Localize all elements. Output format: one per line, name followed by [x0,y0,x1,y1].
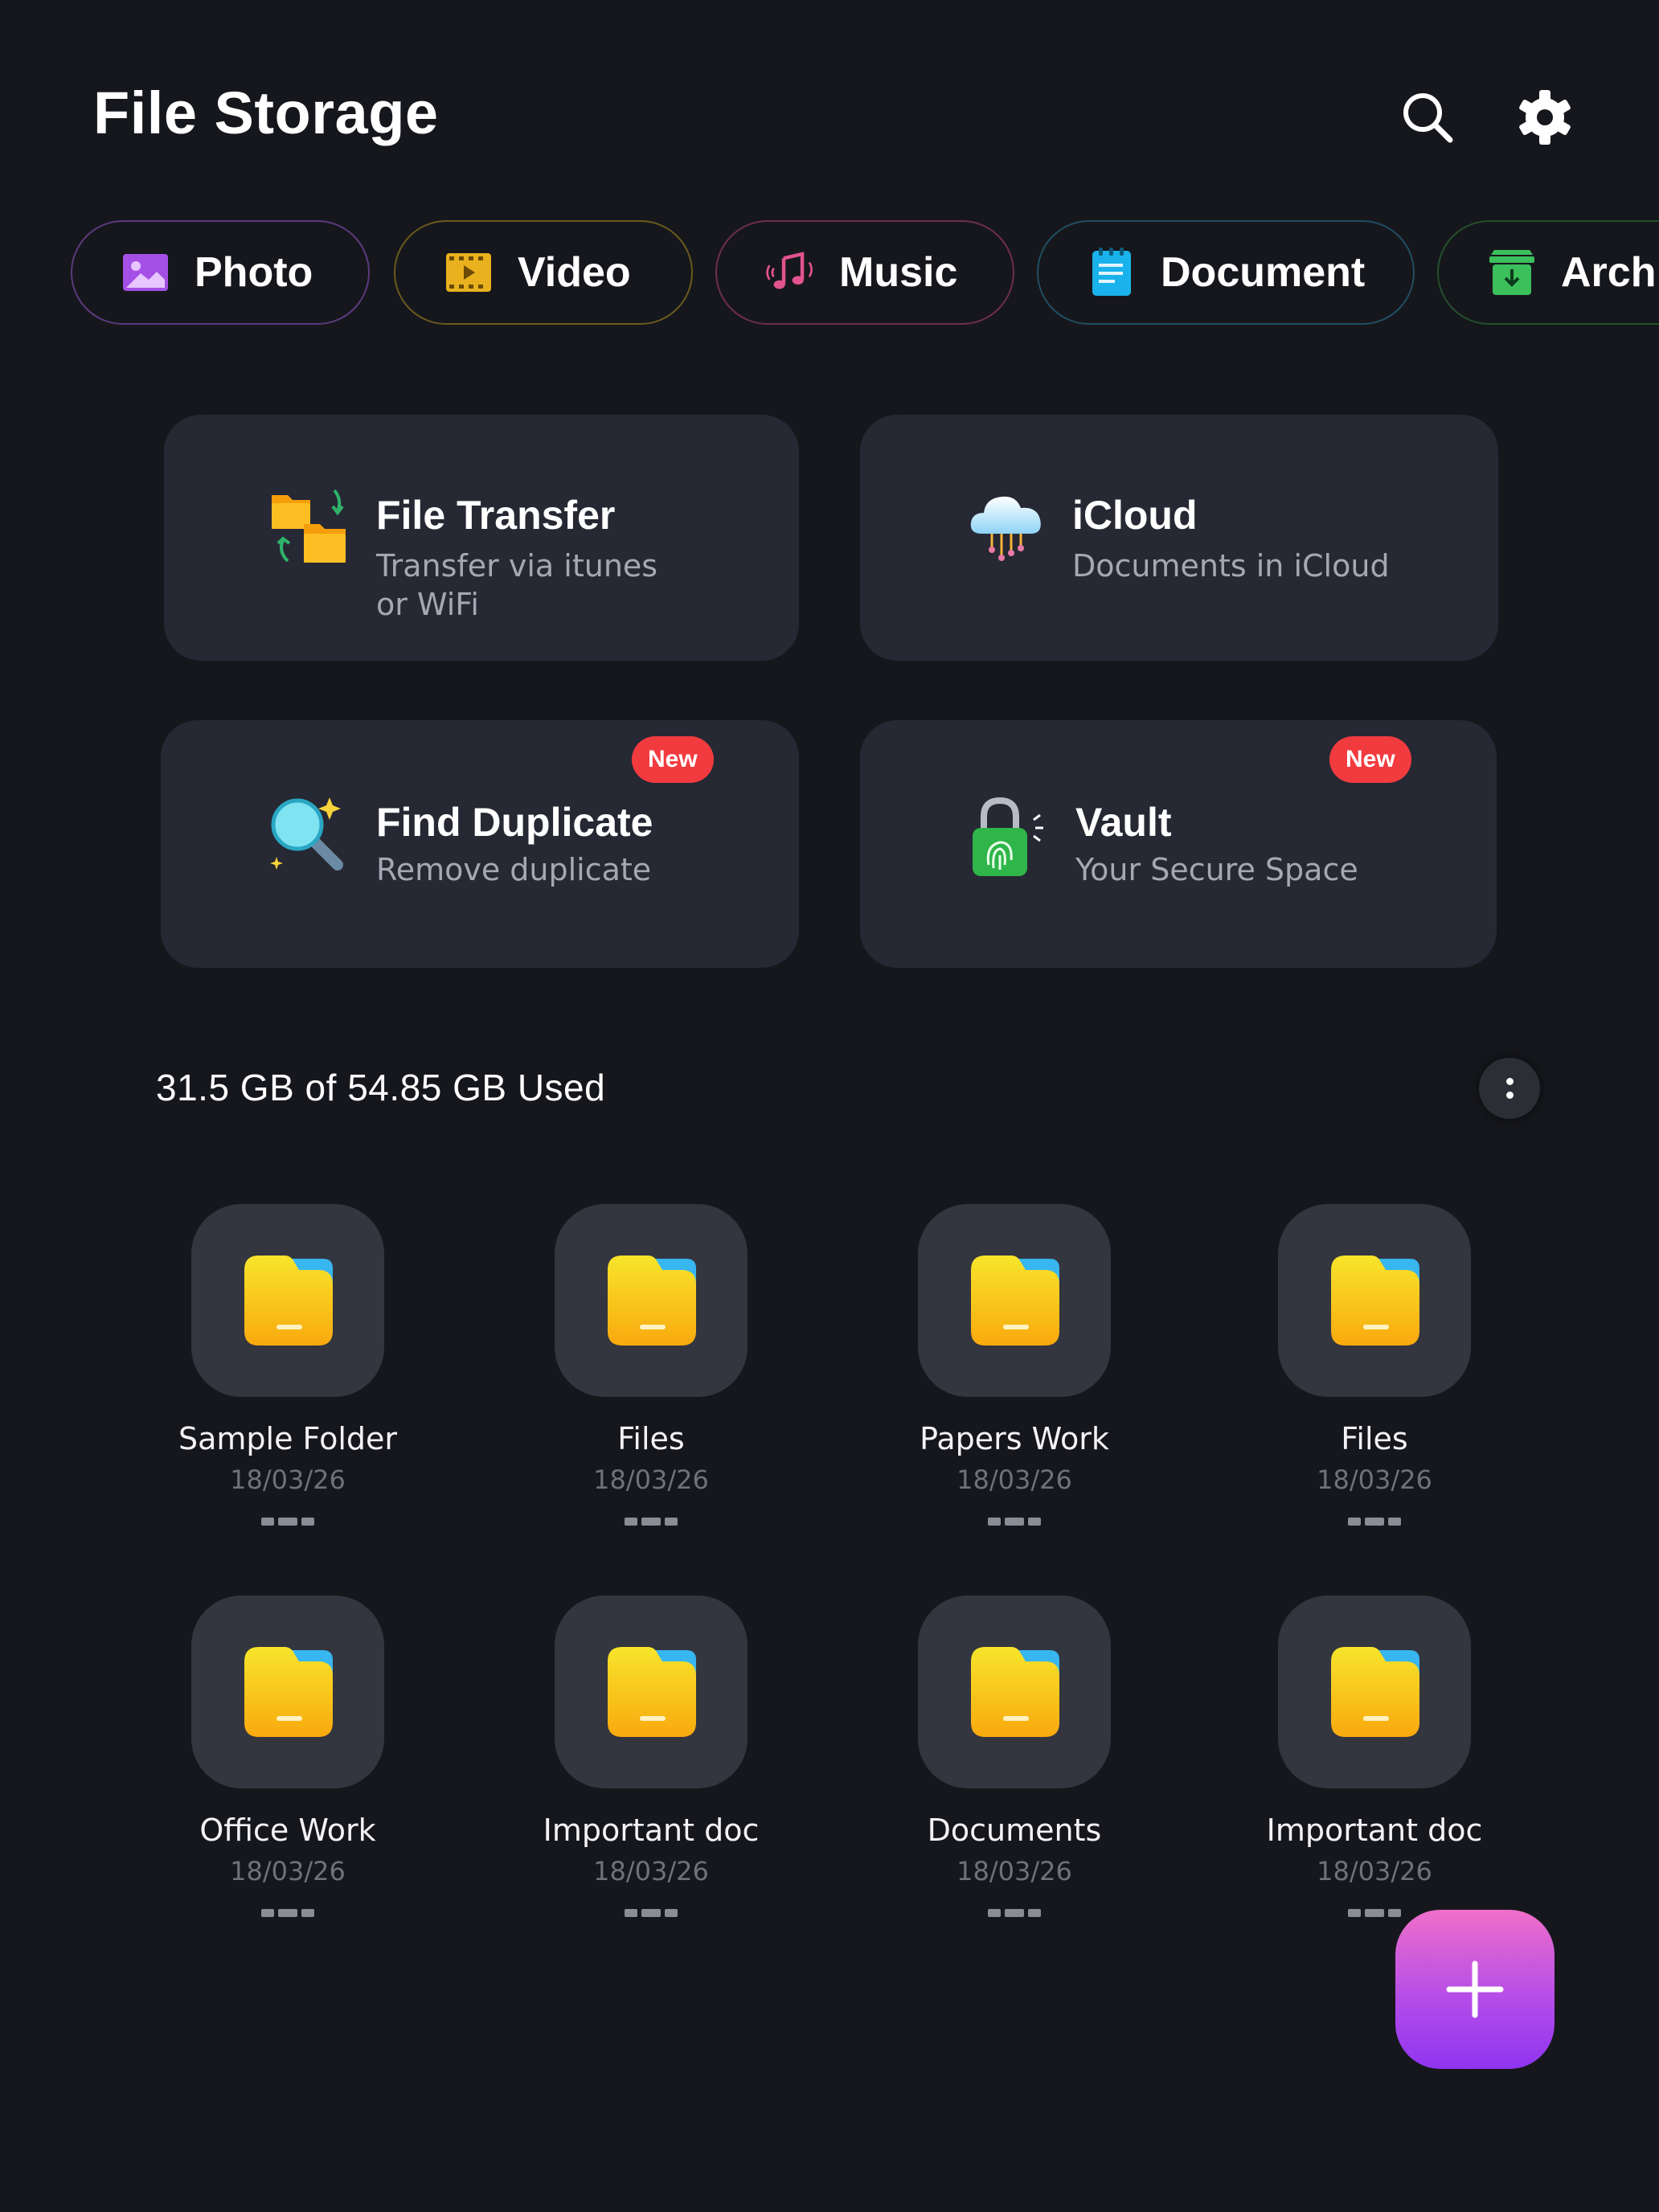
folder-item[interactable]: Papers Work 18/03/26 [870,1204,1159,1526]
folder-date: 18/03/26 [1317,1464,1432,1495]
search-icon[interactable] [1395,85,1460,150]
folder-icon [971,1256,1059,1346]
archive-icon [1487,248,1537,297]
card-subtitle: Remove duplicate [376,852,652,887]
chip-label: Arch [1561,249,1657,296]
folder-more-dots[interactable] [870,1518,1159,1526]
folder-icon-tile [555,1596,748,1788]
folder-item[interactable]: Files 18/03/26 [506,1204,796,1526]
folder-icon-tile [1278,1204,1471,1397]
folder-icon [1331,1256,1419,1346]
gear-icon[interactable] [1513,85,1577,150]
card-subtitle-line1: Transfer via itunes [376,548,658,584]
folder-date: 18/03/26 [956,1464,1072,1495]
folder-icon [971,1647,1059,1737]
folder-icon [608,1647,696,1737]
folder-item[interactable]: Files 18/03/26 [1230,1204,1519,1526]
card-subtitle: Documents in iCloud [1072,548,1390,584]
chip-label: Photo [195,249,313,296]
folder-more-dots[interactable] [143,1909,432,1917]
folder-icon-tile [1278,1596,1471,1788]
storage-usage-text: 31.5 GB of 54.85 GB Used [156,1067,606,1108]
plus-icon [1446,1960,1504,2018]
card-subtitle: Your Secure Space [1075,852,1358,887]
page-title: File Storage [93,80,439,146]
folder-date: 18/03/26 [956,1856,1072,1886]
card-vault[interactable]: New Vault Your Secure Space [860,720,1497,968]
card-icloud[interactable]: iCloud Documents in iCloud [860,415,1498,661]
folder-icon-tile [918,1596,1111,1788]
card-title: Vault [1075,800,1172,845]
cloud-icon [965,484,1053,572]
folder-more-dots[interactable] [506,1909,796,1917]
image-icon [121,248,170,297]
folder-name: Office Work [199,1813,376,1848]
folder-icon-tile [191,1596,384,1788]
card-find-duplicate[interactable]: New Find Duplicate Remove duplicate [161,720,799,968]
more-options-button[interactable] [1479,1058,1540,1119]
fingerprint-lock-icon [961,793,1050,881]
folder-date: 18/03/26 [593,1464,709,1495]
chip-document[interactable]: Document [1037,220,1415,325]
card-title: iCloud [1072,493,1198,538]
folder-icon [1331,1647,1419,1737]
magnifier-icon [265,793,354,881]
new-badge: New [632,736,714,783]
folder-icon-tile [555,1204,748,1397]
folder-icon-tile [918,1204,1111,1397]
chip-label: Music [839,249,958,296]
folder-icon [244,1647,333,1737]
folder-date: 18/03/26 [1317,1856,1432,1886]
folder-icon-tile [191,1204,384,1397]
folder-name: Documents [927,1813,1102,1848]
chip-archive[interactable]: Arch [1437,220,1659,325]
folder-date: 18/03/26 [230,1464,346,1495]
folder-transfer-icon [268,484,357,572]
card-title: Find Duplicate [376,800,653,845]
folder-item[interactable]: Sample Folder 18/03/26 [143,1204,432,1526]
music-icon [765,248,815,297]
card-file-transfer[interactable]: File Transfer Transfer via itunes or WiF… [164,415,799,661]
folder-item[interactable]: Important doc 18/03/26 [506,1596,796,1917]
folder-more-dots[interactable] [506,1518,796,1526]
film-icon [444,248,494,297]
card-subtitle: Transfer via itunes or WiFi [376,547,657,624]
chip-label: Video [518,249,631,296]
folder-name: Sample Folder [178,1421,397,1456]
folder-item[interactable]: Office Work 18/03/26 [143,1596,432,1917]
folder-more-dots[interactable] [1230,1518,1519,1526]
folder-name: Important doc [543,1813,760,1848]
chip-music[interactable]: Music [715,220,1014,325]
folder-icon [244,1256,333,1346]
folder-date: 18/03/26 [230,1856,346,1886]
chip-video[interactable]: Video [394,220,693,325]
document-icon [1087,248,1137,297]
add-button[interactable] [1395,1910,1555,2069]
folder-name: Files [617,1421,685,1456]
folder-more-dots[interactable] [143,1518,432,1526]
folder-name: Papers Work [920,1421,1109,1456]
folder-more-dots[interactable] [870,1909,1159,1917]
folder-item[interactable]: Documents 18/03/26 [870,1596,1159,1917]
category-chips: Photo Video Music Document Arch [71,220,1659,328]
card-title: File Transfer [376,493,616,538]
folder-item[interactable]: Important doc 18/03/26 [1230,1596,1519,1917]
chip-label: Document [1161,249,1366,296]
folder-icon [608,1256,696,1346]
folder-name: Files [1341,1421,1408,1456]
chip-photo[interactable]: Photo [71,220,370,325]
card-subtitle-line2: or WiFi [376,587,479,622]
new-badge: New [1329,736,1411,783]
folder-date: 18/03/26 [593,1856,709,1886]
folder-name: Important doc [1266,1813,1483,1848]
